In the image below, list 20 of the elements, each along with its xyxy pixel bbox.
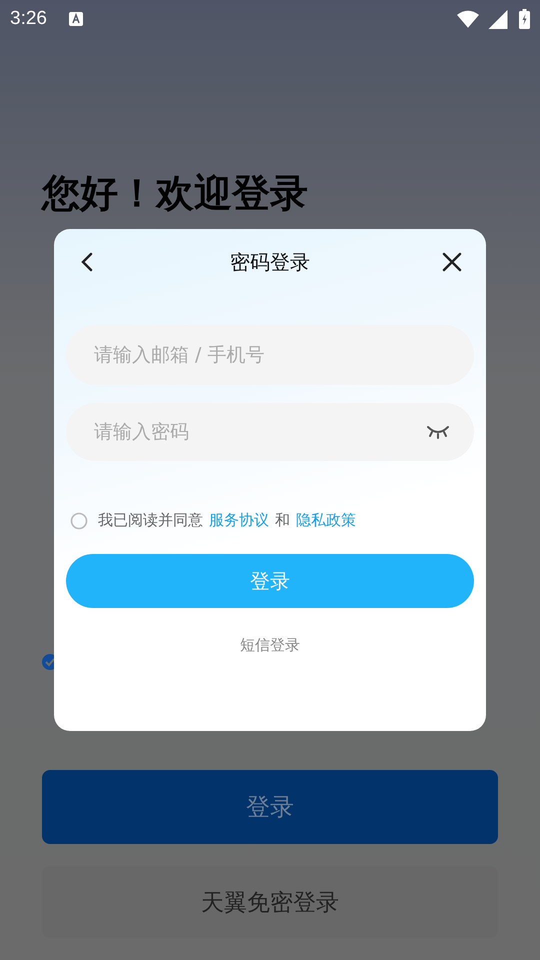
agree-radio[interactable] bbox=[70, 512, 88, 530]
agreement-text: 我已阅读并同意 bbox=[98, 511, 203, 530]
account-field[interactable]: 请输入邮箱 / 手机号 bbox=[66, 325, 474, 385]
privacy-policy-link[interactable]: 隐私政策 bbox=[296, 511, 356, 530]
sms-login-link[interactable]: 短信登录 bbox=[240, 636, 300, 655]
dialog-login-button[interactable]: 登录 bbox=[66, 554, 474, 608]
close-icon[interactable] bbox=[440, 250, 464, 274]
signal-icon bbox=[487, 10, 509, 28]
battery-icon bbox=[519, 9, 530, 29]
notification-icon bbox=[68, 12, 83, 26]
passwordless-login-button[interactable]: 天翼免密登录 bbox=[42, 866, 498, 938]
closed-eye-icon[interactable] bbox=[426, 425, 450, 439]
login-button[interactable]: 登录 bbox=[42, 770, 498, 844]
wifi-icon bbox=[457, 10, 479, 28]
password-field[interactable]: 请输入密码 bbox=[66, 403, 474, 461]
dialog-title: 密码登录 bbox=[230, 248, 310, 276]
service-agreement-link[interactable]: 服务协议 bbox=[209, 511, 269, 530]
status-time: 3:26 bbox=[10, 8, 47, 30]
welcome-title: 您好！欢迎登录 bbox=[42, 170, 309, 217]
and-text: 和 bbox=[275, 511, 290, 530]
